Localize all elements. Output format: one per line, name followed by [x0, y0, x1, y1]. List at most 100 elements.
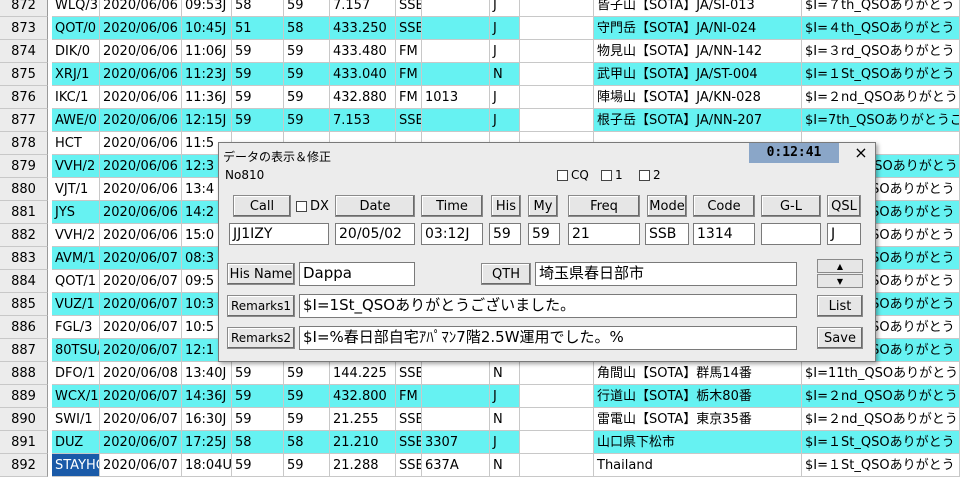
cell-his[interactable]: 58: [232, 431, 284, 454]
scroll-up-icon[interactable]: ▲: [817, 259, 863, 273]
cell-empty[interactable]: [520, 431, 594, 454]
flag1-checkbox[interactable]: 1: [601, 168, 623, 182]
row-number[interactable]: 878: [0, 132, 48, 155]
cell-call[interactable]: 80TSU/: [52, 339, 100, 362]
cq-checkbox[interactable]: CQ: [557, 168, 589, 182]
his-button[interactable]: His: [491, 195, 521, 217]
table-row[interactable]: 876 IKC/1 2020/06/06 11:36J 59 59 432.880 FM 101…: [0, 86, 960, 109]
date-input[interactable]: 20/05/02: [335, 223, 415, 245]
cell-call[interactable]: AWE/0: [52, 109, 100, 132]
cell-code[interactable]: 1013: [422, 86, 490, 109]
cell-empty[interactable]: [520, 362, 594, 385]
cell-mode[interactable]: FM: [396, 63, 422, 86]
remarks1-input[interactable]: $I=1St_QSOありがとうございました。: [299, 294, 797, 318]
row-number[interactable]: 887: [0, 339, 48, 362]
cell-freq[interactable]: 21.210: [330, 431, 396, 454]
cell-mode[interactable]: SSB: [396, 454, 422, 477]
cell-empty[interactable]: [520, 109, 594, 132]
cell-empty[interactable]: [520, 17, 594, 40]
list-button[interactable]: List: [817, 295, 863, 317]
cell-his[interactable]: 59: [232, 63, 284, 86]
table-row[interactable]: 875 XRJ/1 2020/06/06 11:23J 59 59 433.040 FM N 武甲…: [0, 63, 960, 86]
cell-time[interactable]: 17:25J: [182, 431, 232, 454]
cell-mode[interactable]: SSB: [396, 362, 422, 385]
row-number[interactable]: 888: [0, 362, 48, 385]
cell-name[interactable]: 根子岳【SOTA】JA/NN-207: [594, 109, 802, 132]
cell-remarks[interactable]: $I=１St_QSOありがとう: [802, 454, 960, 477]
cell-call[interactable]: WLQ/3: [52, 0, 100, 17]
cell-name[interactable]: 行道山【SOTA】栃木80番: [594, 385, 802, 408]
cell-empty[interactable]: [520, 408, 594, 431]
cell-his[interactable]: 59: [232, 40, 284, 63]
table-row[interactable]: 873 QOT/0 2020/06/06 10:45J 51 58 433.250 SSB J 守…: [0, 17, 960, 40]
cell-code[interactable]: [422, 362, 490, 385]
cell-date[interactable]: 2020/06/06: [100, 201, 182, 224]
cell-qsl[interactable]: N: [490, 362, 520, 385]
cell-code[interactable]: [422, 385, 490, 408]
code-button[interactable]: Code: [693, 195, 755, 217]
cell-code[interactable]: [422, 109, 490, 132]
cell-time[interactable]: 12:15J: [182, 109, 232, 132]
row-number[interactable]: 882: [0, 224, 48, 247]
cell-date[interactable]: 2020/06/06: [100, 63, 182, 86]
cell-qsl[interactable]: N: [490, 408, 520, 431]
qth-button[interactable]: QTH: [481, 263, 531, 285]
cell-freq[interactable]: 21.255: [330, 408, 396, 431]
cell-mode[interactable]: FM: [396, 40, 422, 63]
cell-my[interactable]: 59: [284, 385, 330, 408]
cell-freq[interactable]: 433.040: [330, 63, 396, 86]
code-input[interactable]: 1314: [693, 223, 755, 245]
close-icon[interactable]: ×: [851, 143, 871, 163]
table-row[interactable]: 877 AWE/0 2020/06/06 12:15J 59 59 7.153 SSB J 根子岳…: [0, 109, 960, 132]
cell-code[interactable]: [422, 408, 490, 431]
cell-remarks[interactable]: $I=７th_QSOありがとう: [802, 0, 960, 17]
cell-remarks[interactable]: $I=２nd_QSOありがとう: [802, 385, 960, 408]
cell-empty[interactable]: [520, 40, 594, 63]
table-row[interactable]: 888 DFO/1 2020/06/08 13:40J 59 59 144.225 SSB N 角…: [0, 362, 960, 385]
cell-code[interactable]: [422, 63, 490, 86]
cell-name[interactable]: 皆子山【SOTA】JA/SI-013: [594, 0, 802, 17]
call-input[interactable]: JJ1IZY: [229, 223, 329, 245]
freq-button[interactable]: Freq: [568, 195, 640, 217]
cell-name[interactable]: 守門岳【SOTA】JA/NI-024: [594, 17, 802, 40]
save-button[interactable]: Save: [817, 327, 863, 349]
cell-his[interactable]: 59: [232, 385, 284, 408]
qth-input[interactable]: 埼玉県春日部市: [535, 262, 797, 286]
cell-empty[interactable]: [520, 385, 594, 408]
dx-checkbox[interactable]: DX: [296, 199, 329, 214]
row-number[interactable]: 879: [0, 155, 48, 178]
cell-remarks[interactable]: $I=３rd_QSOありがとう: [802, 40, 960, 63]
cell-freq[interactable]: 432.800: [330, 385, 396, 408]
cell-qsl[interactable]: J: [490, 109, 520, 132]
cell-date[interactable]: 2020/06/07: [100, 408, 182, 431]
cell-freq[interactable]: 21.288: [330, 454, 396, 477]
qsl-button[interactable]: QSL: [827, 195, 861, 217]
cell-date[interactable]: 2020/06/06: [100, 17, 182, 40]
cell-call[interactable]: QOT/1: [52, 270, 100, 293]
cell-his[interactable]: 58: [232, 0, 284, 17]
cell-call[interactable]: DFO/1: [52, 362, 100, 385]
cell-call[interactable]: HCT: [52, 132, 100, 155]
cell-his[interactable]: 51: [232, 17, 284, 40]
cell-my[interactable]: 59: [284, 362, 330, 385]
cell-mode[interactable]: SSB: [396, 17, 422, 40]
row-number[interactable]: 877: [0, 109, 48, 132]
time-input[interactable]: 03:12J: [421, 223, 483, 245]
cell-mode[interactable]: SSB: [396, 431, 422, 454]
table-row[interactable]: 889 WCX/1 2020/06/07 14:36J 59 59 432.800 FM J 行道…: [0, 385, 960, 408]
cell-date[interactable]: 2020/06/07: [100, 316, 182, 339]
cell-remarks[interactable]: $I=２nd_QSOありがとう: [802, 86, 960, 109]
cell-my[interactable]: 58: [284, 431, 330, 454]
cell-name[interactable]: 雷電山【SOTA】東京35番: [594, 408, 802, 431]
table-row[interactable]: 891 DUZ 2020/06/07 17:25J 58 58 21.210 SSB 3307 J…: [0, 431, 960, 454]
cell-empty[interactable]: [520, 0, 594, 17]
cell-qsl[interactable]: J: [490, 0, 520, 17]
cell-call[interactable]: VVH/2: [52, 155, 100, 178]
cell-date[interactable]: 2020/06/06: [100, 109, 182, 132]
cell-his[interactable]: 59: [232, 86, 284, 109]
cell-date[interactable]: 2020/06/07: [100, 431, 182, 454]
cell-code[interactable]: [422, 40, 490, 63]
flag2-checkbox[interactable]: 2: [639, 168, 661, 182]
cell-date[interactable]: 2020/06/06: [100, 86, 182, 109]
row-number[interactable]: 884: [0, 270, 48, 293]
